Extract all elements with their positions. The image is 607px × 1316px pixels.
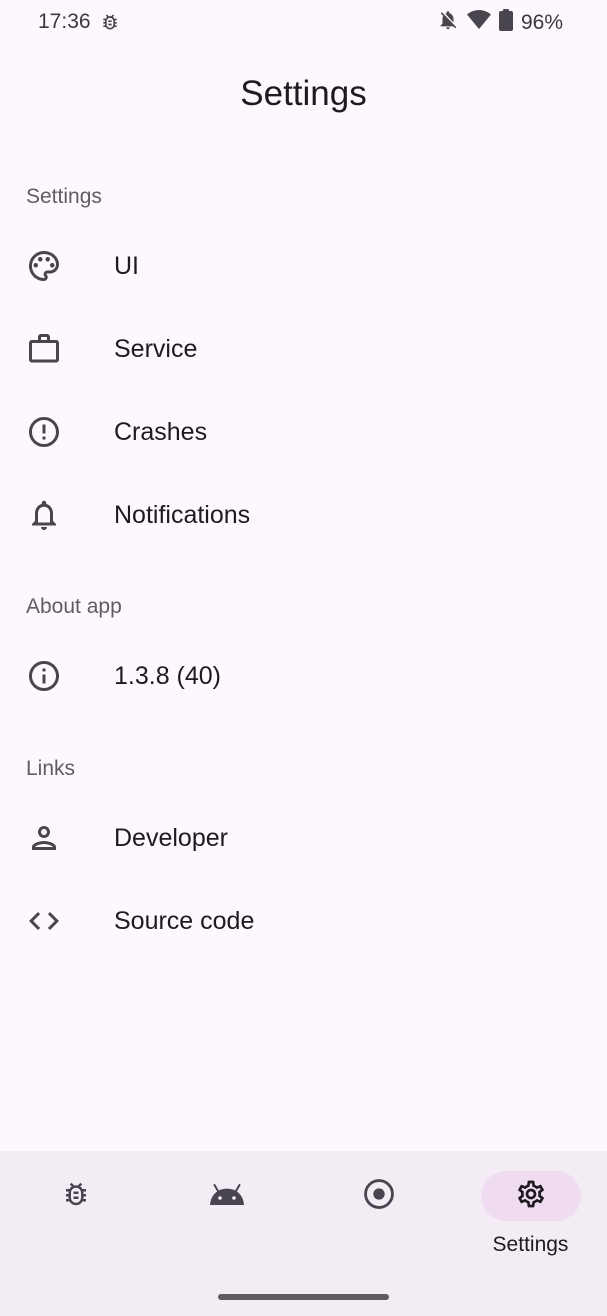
palette-icon [26,248,62,284]
links-item-developer[interactable]: Developer [0,800,607,876]
gear-icon [515,1178,547,1215]
section-header-links: Links [26,757,76,780]
info-icon [26,658,62,694]
bug-icon [100,11,120,33]
status-bar: 17:36 96% [0,0,607,44]
settings-item-label: Notifications [114,500,251,529]
nav-label-settings: Settings [492,1233,569,1256]
gesture-handle[interactable] [218,1294,389,1300]
person-icon [26,820,62,856]
radio-button-icon [362,1177,396,1216]
briefcase-icon [26,331,62,367]
bell-icon [26,497,62,533]
settings-screen: 17:36 96% Settings Settings UI Service C… [0,0,607,1316]
links-item-label: Developer [114,823,228,852]
error-icon [26,414,62,450]
section-header-settings: Settings [26,185,102,208]
settings-item-label: Crashes [114,417,208,446]
bug-icon [61,1179,91,1214]
wifi-icon [466,9,491,36]
settings-item-label: Service [114,334,198,363]
notifications-off-icon [437,9,459,36]
nav-item-record[interactable] [303,1151,454,1271]
nav-item-android[interactable] [151,1151,302,1271]
status-right: 96% [437,9,563,36]
links-item-source-code[interactable]: Source code [0,883,607,959]
bottom-navigation: Settings [0,1151,607,1316]
nav-item-settings[interactable]: Settings [455,1151,606,1271]
links-item-label: Source code [114,906,255,935]
settings-item-notifications[interactable]: Notifications [0,477,607,553]
settings-item-label: UI [114,251,139,280]
nav-active-indicator [480,1171,581,1221]
battery-icon [498,9,513,36]
nav-indicator [329,1171,429,1221]
nav-indicator [177,1171,277,1221]
version-label: 1.3.8 (40) [114,661,222,690]
battery-percent: 96% [520,10,563,34]
nav-item-bug[interactable] [0,1151,151,1271]
settings-item-crashes[interactable]: Crashes [0,394,607,470]
about-item-version[interactable]: 1.3.8 (40) [0,638,607,714]
android-icon [209,1182,245,1211]
settings-item-service[interactable]: Service [0,311,607,387]
code-icon [26,903,62,939]
section-header-about: About app [26,595,122,618]
status-time: 17:36 [38,10,91,33]
settings-item-ui[interactable]: UI [0,228,607,304]
page-title: Settings [240,74,367,113]
nav-indicator [26,1171,126,1221]
